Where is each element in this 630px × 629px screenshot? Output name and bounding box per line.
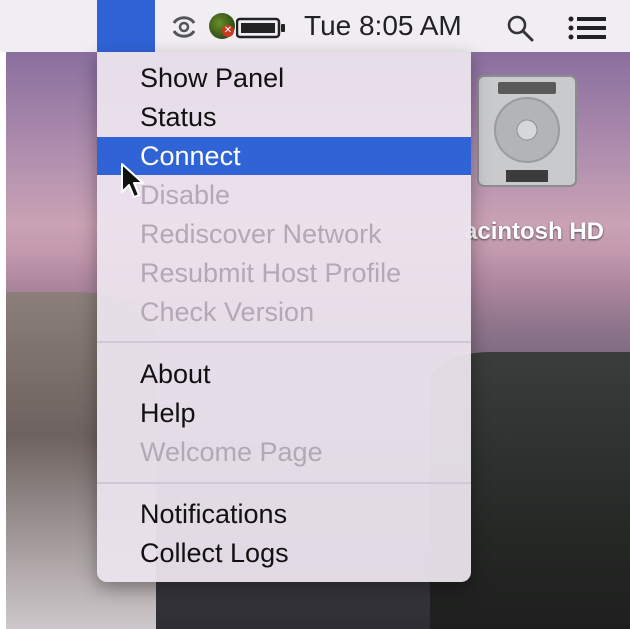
menu-item-about[interactable]: About bbox=[97, 355, 471, 393]
menubar-clock[interactable]: Tue 8:05 AM bbox=[304, 10, 462, 42]
menu-item-disable: Disable bbox=[140, 180, 231, 210]
menu-item-collect-logs[interactable]: Collect Logs bbox=[97, 534, 471, 572]
mouse-cursor-icon bbox=[121, 163, 144, 198]
status-menu-extra[interactable]: ✕ bbox=[97, 0, 235, 52]
battery-icon[interactable] bbox=[236, 17, 286, 39]
sync-icon[interactable] bbox=[168, 13, 200, 41]
menu-item-help[interactable]: Help bbox=[97, 394, 471, 432]
menu-item-resubmit-host-profile: Resubmit Host Profile bbox=[140, 258, 402, 288]
menu-item-welcome-page: Welcome Page bbox=[140, 437, 323, 467]
menu-item-check-version: Check Version bbox=[140, 297, 315, 327]
menu-item-notifications[interactable]: Notifications bbox=[97, 495, 471, 533]
menu-separator bbox=[97, 482, 471, 484]
menu-item-connect[interactable]: Connect bbox=[97, 137, 471, 175]
notification-center-icon[interactable] bbox=[568, 16, 606, 40]
app-status-icon[interactable]: ✕ bbox=[209, 13, 235, 39]
search-icon[interactable] bbox=[506, 14, 534, 42]
status-dropdown-menu: Show Panel Status Connect Disable Redisc… bbox=[97, 52, 471, 582]
menu-bar: ✕ Tue 8:05 AM bbox=[0, 0, 630, 52]
menu-item-show-panel[interactable]: Show Panel bbox=[97, 59, 471, 97]
hard-drive-icon[interactable] bbox=[476, 74, 578, 188]
menu-item-rediscover-network: Rediscover Network bbox=[140, 219, 382, 249]
menu-item-status[interactable]: Status bbox=[97, 98, 471, 136]
menu-separator bbox=[97, 341, 471, 343]
drive-label[interactable]: acintosh HD bbox=[464, 218, 604, 246]
